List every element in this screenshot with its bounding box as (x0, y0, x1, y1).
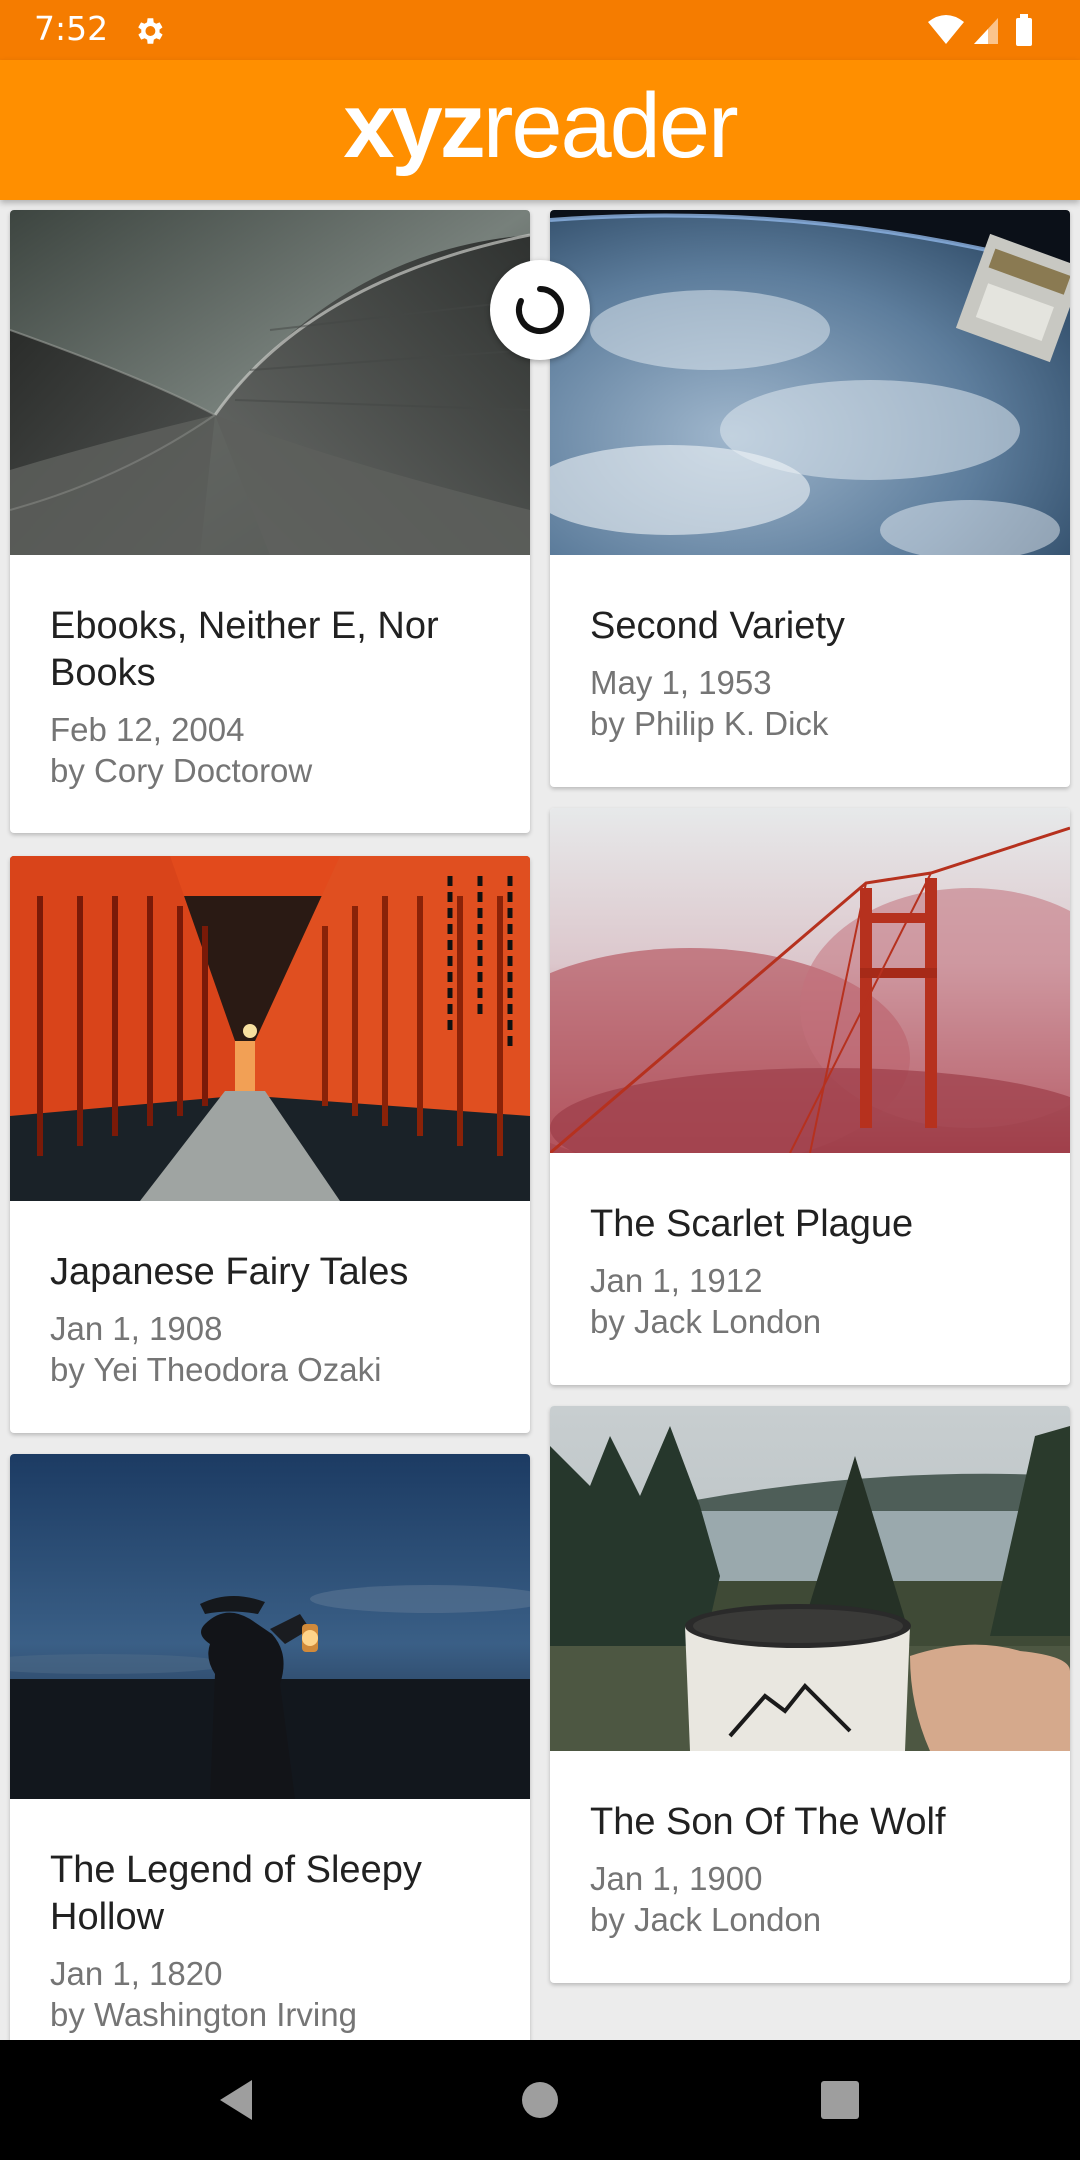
home-icon[interactable] (510, 2070, 570, 2130)
article-photo (10, 856, 530, 1201)
article-title: Second Variety (590, 605, 845, 647)
article-card[interactable]: The Scarlet Plague Jan 1, 1912 by Jack L… (550, 808, 1070, 1385)
article-photo (10, 1454, 530, 1799)
back-icon[interactable] (208, 2070, 268, 2130)
recents-icon[interactable] (810, 2070, 870, 2130)
article-card[interactable]: The Legend of Sleepy Hollow Jan 1, 1820 … (10, 1454, 530, 2040)
status-bar: 7:52 (0, 0, 1080, 60)
app-bar: xyzreader (0, 60, 1080, 200)
article-info: Ebooks, Neither E, Nor Books Feb 12, 200… (10, 555, 530, 791)
article-author: by Washington Irving (50, 1996, 357, 2033)
battery-icon (1016, 18, 1032, 46)
logo-regular-text: reader (482, 75, 739, 177)
article-author: by Jack London (590, 1901, 822, 1938)
article-info: Japanese Fairy Tales Jan 1, 1908 by Yei … (10, 1201, 530, 1390)
article-date: Jan 1, 1820 (50, 1955, 223, 1992)
status-time: 7:52 (34, 9, 109, 48)
article-card[interactable]: The Son Of The Wolf Jan 1, 1900 by Jack … (550, 1406, 1070, 1983)
article-date: Jan 1, 1908 (50, 1310, 223, 1347)
article-author: by Jack London (590, 1303, 822, 1340)
article-title: The Scarlet Plague (590, 1203, 914, 1245)
article-info: Second Variety May 1, 1953 by Philip K. … (550, 555, 1070, 744)
app-logo: xyzreader (0, 60, 1080, 200)
article-info: The Scarlet Plague Jan 1, 1912 by Jack L… (550, 1153, 1070, 1342)
article-grid[interactable]: Ebooks, Neither E, Nor Books Feb 12, 200… (0, 200, 1080, 2040)
wifi-icon (928, 15, 964, 44)
article-photo (10, 210, 530, 555)
article-date: Jan 1, 1900 (590, 1860, 763, 1897)
refresh-spinner (490, 260, 590, 360)
article-card[interactable]: Ebooks, Neither E, Nor Books Feb 12, 200… (10, 210, 530, 833)
article-date: May 1, 1953 (590, 664, 772, 701)
status-icons (928, 14, 1032, 46)
article-date: Jan 1, 1912 (590, 1262, 763, 1299)
article-title: The Son Of The Wolf (590, 1801, 946, 1843)
article-card[interactable]: Japanese Fairy Tales Jan 1, 1908 by Yei … (10, 856, 530, 1433)
article-info: The Legend of Sleepy Hollow Jan 1, 1820 … (10, 1799, 530, 2035)
settings-gear-icon (138, 18, 163, 44)
article-author: by Yei Theodora Ozaki (50, 1351, 382, 1388)
article-photo (550, 808, 1070, 1153)
article-title: Ebooks, Neither E, Nor Books (50, 605, 439, 694)
article-author: by Philip K. Dick (590, 705, 829, 742)
article-card[interactable]: Second Variety May 1, 1953 by Philip K. … (550, 210, 1070, 787)
article-photo (550, 210, 1070, 555)
article-photo (550, 1406, 1070, 1751)
article-title: The Legend of Sleepy Hollow (50, 1849, 422, 1938)
article-info: The Son Of The Wolf Jan 1, 1900 by Jack … (550, 1751, 1070, 1940)
loading-icon (516, 286, 564, 334)
navigation-bar (0, 2040, 1080, 2160)
article-date: Feb 12, 2004 (50, 711, 245, 748)
article-title: Japanese Fairy Tales (50, 1251, 409, 1293)
logo-bold-text: xyz (343, 75, 485, 177)
article-author: by Cory Doctorow (50, 752, 313, 789)
